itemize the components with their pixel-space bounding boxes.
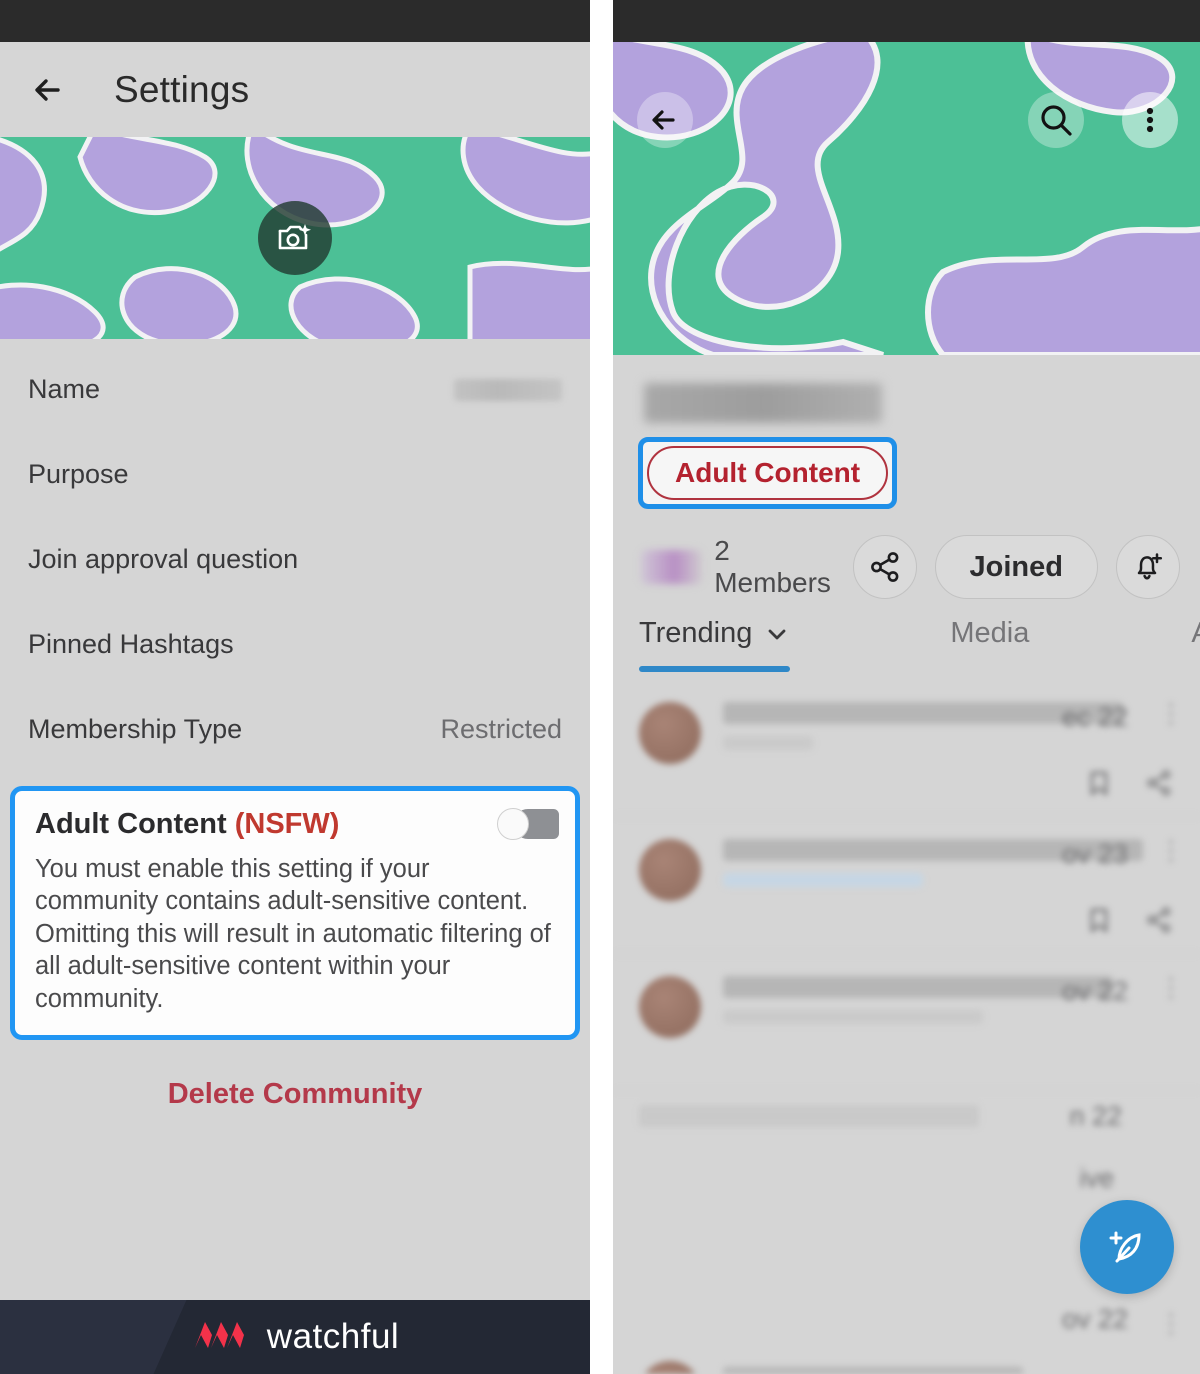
community-banner-right	[613, 42, 1200, 355]
settings-row-value: Restricted	[440, 714, 562, 744]
back-arrow-button[interactable]	[637, 92, 693, 148]
adult-content-description: You must enable this setting if your com…	[35, 855, 551, 1013]
post-meta-redacted	[723, 1010, 983, 1024]
bell-plus-icon	[1137, 553, 1163, 580]
watchful-footer-left: watchful	[0, 1300, 590, 1374]
settings-row-label: Purpose	[28, 459, 129, 489]
adult-content-setting-card[interactable]: Adult Content (NSFW) You must enable thi…	[10, 786, 580, 1040]
back-arrow-icon	[652, 110, 675, 130]
profile-tabs: Trending Media About	[613, 617, 1200, 672]
community-banner-left	[0, 137, 590, 339]
feed-item[interactable]	[613, 1351, 1200, 1374]
adult-content-badge[interactable]: Adult Content	[647, 446, 889, 500]
share-button[interactable]	[852, 535, 917, 599]
kebab-menu-icon[interactable]: ⋮	[1158, 1308, 1184, 1339]
adult-content-badge-highlight: Adult Content	[638, 437, 898, 509]
avatar	[639, 1361, 701, 1374]
post-date: n 22	[1069, 1101, 1122, 1131]
avatar	[639, 839, 701, 901]
settings-row-purpose[interactable]: Purpose	[0, 432, 590, 517]
post-meta-redacted	[723, 736, 813, 750]
tab-label: Media	[950, 617, 1030, 649]
tab-media[interactable]: Media	[950, 617, 1029, 672]
settings-row-label: Name	[28, 374, 101, 404]
compose-post-button[interactable]	[1080, 1200, 1174, 1294]
adult-content-header: Adult Content (NSFW)	[35, 807, 559, 841]
share-icon	[870, 552, 898, 582]
feed-item[interactable]: ov 22 ⋮	[613, 954, 1200, 1091]
bookmark-icon	[1090, 908, 1108, 933]
status-bar	[0, 0, 590, 42]
settings-appbar: Settings	[0, 42, 590, 137]
share-icon	[1147, 907, 1171, 933]
avatar	[639, 702, 701, 764]
joined-button[interactable]: Joined	[934, 535, 1098, 599]
notifications-button[interactable]	[1116, 535, 1180, 599]
status-bar	[613, 0, 1200, 42]
left-phone-screen: Settings Name Purpose Join approval ques…	[0, 0, 590, 1374]
tab-label: Trending	[639, 617, 753, 649]
feed-item[interactable]: ec 22 ⋮	[613, 680, 1200, 817]
post-status: ive	[1079, 1163, 1114, 1193]
back-arrow-icon[interactable]	[28, 67, 74, 113]
tab-trending[interactable]: Trending	[639, 617, 791, 672]
post-meta-redacted	[723, 873, 923, 887]
screenshot-stage: Settings Name Purpose Join approval ques…	[0, 0, 1200, 1374]
adult-content-title-text: Adult Content	[35, 807, 235, 840]
settings-row-label: Join approval question	[28, 544, 299, 574]
post-date: ov 23	[1061, 839, 1128, 869]
community-name-redacted	[644, 383, 882, 423]
members-row: 2 Members Joined	[641, 535, 1180, 599]
tab-about[interactable]: About	[1191, 617, 1200, 672]
camo-pattern	[613, 42, 1200, 355]
chevron-down-icon	[768, 629, 786, 639]
watchful-logo-icon	[191, 1318, 249, 1357]
post-date: ec 22	[1061, 702, 1128, 732]
nsfw-tag: (NSFW)	[234, 807, 340, 840]
delete-community-button[interactable]: Delete Community	[0, 1040, 590, 1111]
settings-row-join-approval-question[interactable]: Join approval question	[0, 517, 590, 602]
settings-row-label: Membership Type	[28, 714, 243, 744]
community-profile-body: Adult Content 2 Members Joined Trending …	[613, 355, 1200, 1374]
overflow-menu-button[interactable]	[1122, 92, 1178, 148]
edit-banner-camera-button[interactable]	[258, 201, 332, 275]
camera-sparkle-icon	[278, 224, 311, 250]
profile-actions: Joined	[852, 535, 1180, 599]
feed-item[interactable]: n 22 ive	[613, 1091, 1200, 1201]
kebab-menu-icon[interactable]: ⋮	[1158, 835, 1184, 866]
right-phone-screen: Adult Content 2 Members Joined Trending …	[613, 0, 1200, 1374]
adult-content-title: Adult Content (NSFW)	[35, 808, 339, 841]
kebab-menu-icon	[1146, 107, 1154, 133]
member-avatars-redacted	[641, 550, 703, 584]
settings-row-membership-type[interactable]: Membership Type Restricted	[0, 687, 590, 772]
members-count: 2 Members	[714, 535, 831, 598]
post-date: ov 22	[1061, 1304, 1128, 1334]
settings-row-pinned-hashtags[interactable]: Pinned Hashtags	[0, 602, 590, 687]
share-icon	[1147, 770, 1171, 796]
post-title-redacted	[723, 1367, 1023, 1374]
kebab-menu-icon[interactable]: ⋮	[1158, 972, 1184, 1003]
adult-content-toggle[interactable]	[491, 807, 559, 841]
tab-label: About	[1191, 617, 1200, 649]
feed-item[interactable]: ov 23 ⋮	[613, 817, 1200, 954]
search-button[interactable]	[1028, 92, 1084, 148]
settings-row-name[interactable]: Name	[0, 347, 590, 432]
post-actions	[1084, 905, 1174, 935]
toggle-knob	[497, 808, 529, 840]
watchful-wordmark: watchful	[266, 1317, 400, 1356]
redacted-value	[454, 378, 562, 401]
settings-row-label: Pinned Hashtags	[28, 629, 234, 659]
avatar	[639, 976, 701, 1038]
compose-quill-icon	[1109, 1231, 1141, 1263]
post-title-redacted	[639, 1105, 979, 1127]
page-title: Settings	[114, 68, 250, 110]
search-icon	[1041, 105, 1072, 136]
bookmark-icon	[1090, 771, 1108, 796]
settings-list: Name Purpose Join approval question Pinn…	[0, 339, 590, 1111]
kebab-menu-icon[interactable]: ⋮	[1158, 698, 1184, 729]
post-title-redacted	[723, 976, 1113, 998]
post-actions	[1084, 768, 1174, 798]
post-date: ov 22	[1061, 976, 1128, 1006]
